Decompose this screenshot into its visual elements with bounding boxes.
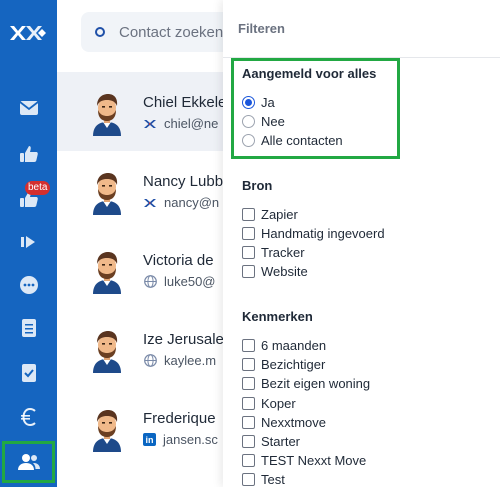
search-placeholder: Contact zoeken... [119,23,236,41]
checkbox-label: TEST Nexxt Move [261,452,367,468]
linkedin-icon: in [143,433,156,446]
sidebar-item-finance[interactable] [0,400,57,434]
checklist-icon [21,364,36,382]
list-document-icon [21,319,36,337]
checkbox[interactable] [242,264,255,278]
checkbox[interactable] [242,357,255,371]
radio-button[interactable] [242,114,255,128]
beta-badge: beta [25,181,51,195]
radio-label: Alle contacten [261,132,343,148]
sidebar: beta [0,0,57,487]
checkbox[interactable] [242,226,255,240]
radio-label: Nee [261,113,285,129]
avatar [83,325,131,373]
checkbox[interactable] [242,338,255,352]
sidebar-item-mail[interactable] [0,91,57,125]
checkbox-label: Zapier [261,206,298,222]
checkbox[interactable] [242,453,255,467]
checkbox-option-zapier[interactable]: Zapier [242,205,298,223]
section-title-bron: Bron [242,178,273,193]
contact-email: chiel@ne [164,116,219,131]
checkbox-label: Starter [261,433,301,449]
checkbox[interactable] [242,434,255,448]
section-title-kenmerken: Kenmerken [242,309,313,324]
checkbox[interactable] [242,245,255,259]
sidebar-item-list[interactable] [0,311,57,345]
radio-button[interactable] [242,95,255,109]
checkbox-label: 6 maanden [261,337,327,353]
contact-name: Victoria de [143,252,214,269]
radio-button[interactable] [242,133,255,147]
checkbox-option-nexxtmove[interactable]: Nexxtmove [242,413,326,431]
search-icon [95,27,105,37]
checkbox-label: Nexxtmove [261,414,327,430]
checkbox-option-koper[interactable]: Koper [242,394,296,412]
checkbox-label: Test [261,471,285,487]
contact-email: jansen.sc [163,432,218,447]
sidebar-item-forward[interactable] [0,225,57,259]
contact-email-line: nancy@n [143,195,219,210]
sidebar-item-contacts[interactable] [2,441,55,483]
checkbox-option-starter[interactable]: Starter [242,432,300,450]
nexxt-icon [143,117,157,131]
checkbox-label: Tracker [261,244,305,260]
contact-email: nancy@n [164,195,220,210]
filter-title: Filteren [238,21,285,36]
avatar [83,88,131,136]
logo-icon[interactable] [8,22,50,44]
nexxt-icon [143,196,157,210]
contact-name: Ize Jerusale [143,331,224,348]
checkbox-option-test-nexxt-move[interactable]: TEST Nexxt Move [242,451,366,469]
section-title-subscribed: Aangemeld voor alles [242,66,377,81]
filter-panel: Filteren Aangemeld voor alles Ja Nee All… [223,0,500,487]
sidebar-item-likes[interactable] [0,137,57,171]
checkbox-option-bezichtiger[interactable]: Bezichtiger [242,355,325,373]
avatar [83,167,131,215]
avatar [83,246,131,294]
euro-icon [20,407,36,427]
checkbox-option-website[interactable]: Website [242,262,308,280]
contact-name: Nancy Lubb [143,173,224,190]
search-input[interactable]: Contact zoeken... [81,12,241,52]
checkbox[interactable] [242,415,255,429]
radio-option-ja[interactable]: Ja [242,93,275,111]
checkbox[interactable] [242,207,255,221]
checkbox[interactable] [242,472,255,486]
checkbox[interactable] [242,396,255,410]
checkbox-label: Bezichtiger [261,356,326,372]
radio-label: Ja [261,94,275,110]
contact-name: Frederique [143,410,216,427]
globe-icon [143,275,157,289]
checkbox-option-test[interactable]: Test [242,470,285,487]
fast-forward-icon [20,236,35,248]
sidebar-item-tasks[interactable] [0,356,57,390]
checkbox-label: Handmatig ingevoerd [261,225,385,241]
checkbox[interactable] [242,376,255,390]
filter-header: Filteren [223,0,500,58]
checkbox-label: Website [261,263,308,279]
sidebar-item-likes-beta[interactable]: beta [0,181,57,216]
contact-email-line: in jansen.sc [143,432,218,447]
checkbox-label: Koper [261,395,296,411]
checkbox-option-handmatig[interactable]: Handmatig ingevoerd [242,224,385,242]
contact-email-line: luke50@ [143,274,216,289]
chat-bubble-icon [19,276,38,294]
checkbox-option-bezit-eigen-woning[interactable]: Bezit eigen woning [242,374,370,392]
contact-email: luke50@ [164,274,216,289]
checkbox-option-tracker[interactable]: Tracker [242,243,305,261]
sidebar-item-chat[interactable] [0,268,57,302]
checkbox-label: Bezit eigen woning [261,375,371,391]
thumbs-up-icon [19,146,38,162]
radio-option-nee[interactable]: Nee [242,112,285,130]
contacts-icon [17,454,40,470]
contact-email: kaylee.m [164,353,217,368]
mail-icon [18,101,39,115]
contact-name: Chiel Ekkele [143,94,227,111]
radio-option-alle-contacten[interactable]: Alle contacten [242,131,343,149]
globe-icon [143,354,157,368]
contact-email-line: kaylee.m [143,353,216,368]
avatar [83,404,131,452]
checkbox-option-6-maanden[interactable]: 6 maanden [242,336,326,354]
contact-email-line: chiel@ne [143,116,218,131]
